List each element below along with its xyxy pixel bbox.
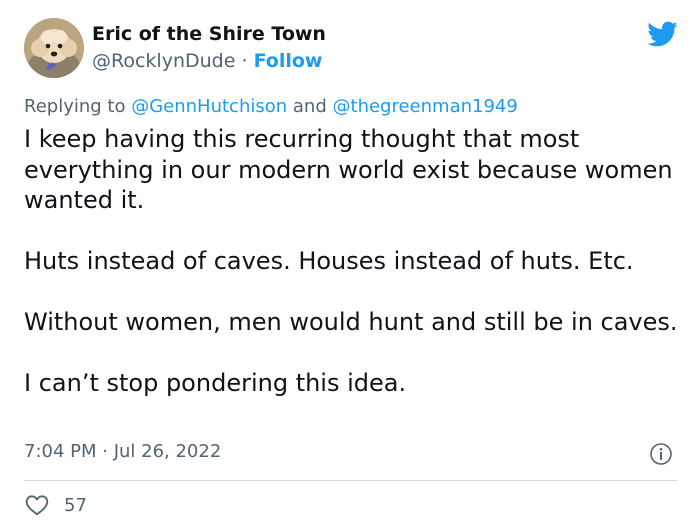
info-icon[interactable]	[649, 442, 673, 466]
replying-conjunction: and	[292, 96, 327, 117]
tweet-timestamp[interactable]: 7:04 PM · Jul 26, 2022	[24, 441, 221, 462]
tweet-paragraph: I can’t stop pondering this idea.	[24, 369, 407, 397]
follow-button[interactable]: Follow	[254, 50, 323, 72]
author-handle-row: @RocklynDude · Follow	[92, 50, 322, 72]
tweet-paragraph: Without women, men would hunt and still …	[24, 308, 678, 336]
heart-icon[interactable]	[24, 492, 50, 518]
divider	[24, 480, 677, 481]
tweet-paragraph: Huts instead of caves. Houses instead of…	[24, 247, 634, 275]
twitter-bird-icon[interactable]	[646, 18, 678, 50]
separator-dot: ·	[241, 50, 248, 72]
like-action[interactable]: 57	[24, 492, 87, 518]
author-handle[interactable]: @RocklynDude	[92, 50, 235, 72]
mention-link-1[interactable]: @GennHutchison	[131, 96, 287, 117]
mention-link-2[interactable]: @thegreenman1949	[333, 96, 518, 117]
tweet-text: I keep having this recurring thought tha…	[24, 124, 684, 399]
author-display-name[interactable]: Eric of the Shire Town	[92, 23, 326, 45]
avatar[interactable]	[24, 18, 84, 78]
replying-to-line: Replying to @GennHutchison and @thegreen…	[24, 96, 518, 117]
like-count: 57	[64, 494, 87, 516]
replying-prefix: Replying to	[24, 96, 126, 117]
tweet-paragraph: I keep having this recurring thought tha…	[24, 125, 673, 214]
